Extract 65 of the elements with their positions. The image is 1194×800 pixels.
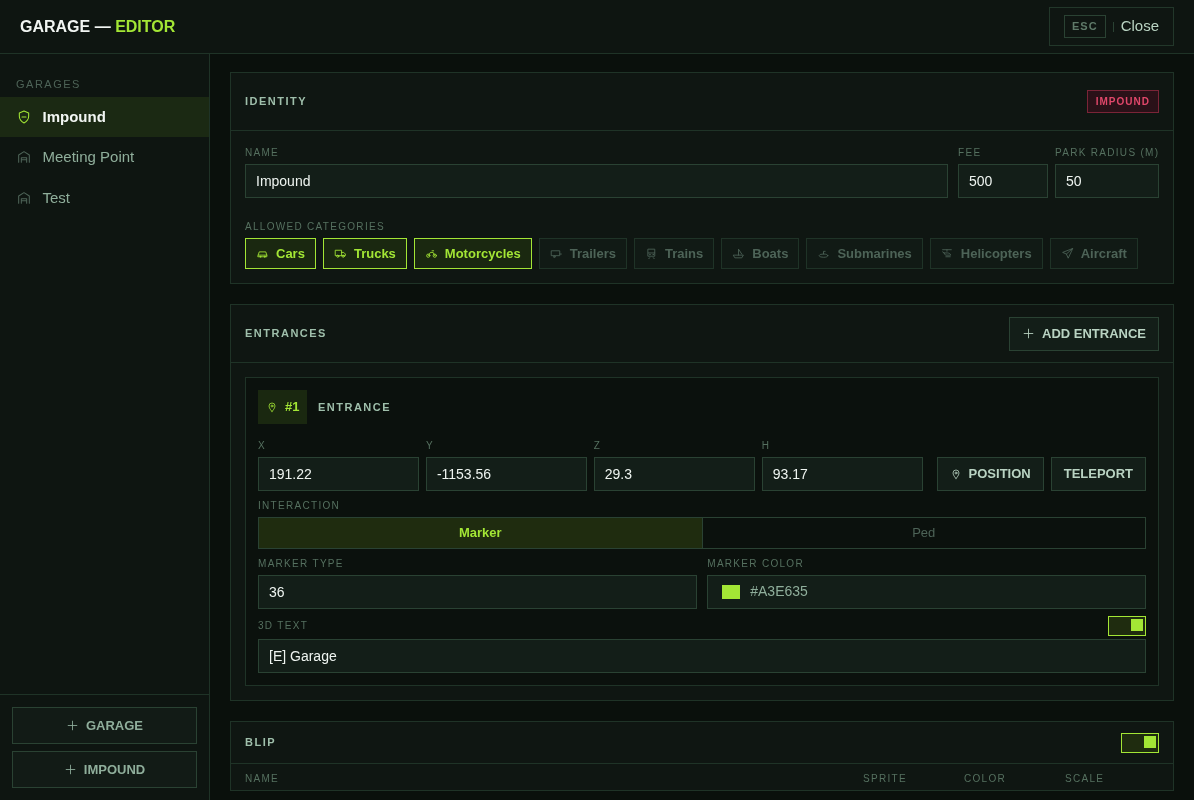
paper-plane-icon <box>1060 247 1074 260</box>
field-label: MARKER TYPE <box>258 556 345 571</box>
coordinate-field[interactable]: -1153.56 <box>425 456 587 491</box>
entrance-title: ENTRANCE <box>317 399 392 415</box>
window-title: GARAGE — EDITOR <box>20 16 176 37</box>
category-toggle[interactable]: Trucks <box>322 238 407 269</box>
coordinate-field[interactable]: 29.3 <box>593 456 755 491</box>
section-title: IDENTITY <box>245 94 308 110</box>
field-label: 3D TEXT <box>258 619 309 633</box>
field-label: Y <box>425 438 435 453</box>
field-label: Z <box>593 438 603 453</box>
garage-icon <box>16 149 32 166</box>
teleport-button[interactable]: TELEPORT <box>1050 456 1147 491</box>
motorcycle-icon <box>424 247 438 260</box>
text-field[interactable]: 500 <box>958 164 1048 198</box>
category-toggle[interactable]: Motorcycles <box>413 238 532 269</box>
plus-icon <box>63 763 77 776</box>
plus-icon <box>65 719 79 732</box>
section-heading: GARAGES <box>15 77 82 92</box>
trailer-icon <box>549 247 563 260</box>
text-field[interactable]: Impound <box>245 164 948 198</box>
key-hint: ESC <box>1064 15 1106 38</box>
add-button[interactable]: GARAGE <box>12 707 197 744</box>
add-entrance-button[interactable]: ADD ENTRANCE <box>1009 316 1159 351</box>
status-badge: IMPOUND <box>1086 90 1159 113</box>
sidebar-item[interactable]: Meeting Point <box>0 137 209 178</box>
category-toggle[interactable]: Cars <box>245 238 316 269</box>
field-label: PARK RADIUS (M) <box>1055 146 1159 160</box>
close-button[interactable]: ESC Close <box>1049 7 1174 46</box>
segment-option[interactable]: Marker <box>259 517 702 548</box>
column-label: COLOR <box>964 772 1008 786</box>
column-label: SPRITE <box>863 772 908 786</box>
field-label: H <box>761 438 772 453</box>
field-label: INTERACTION <box>258 498 342 513</box>
text-field[interactable]: [E] Garage <box>258 639 1146 673</box>
sidebar-item[interactable]: Impound <box>0 96 209 137</box>
train-icon <box>645 247 658 260</box>
section-title: ENTRANCES <box>245 326 327 342</box>
color-field[interactable]: #A3E635 <box>707 574 1146 609</box>
number-tag: #1 <box>258 390 308 424</box>
map-pin-icon <box>266 400 278 413</box>
garage-icon <box>16 189 32 206</box>
section-title: BLIP <box>245 735 277 751</box>
field-label: MARKER COLOR <box>707 556 805 571</box>
field-label: X <box>258 438 267 453</box>
toggle-switch[interactable] <box>1108 615 1146 636</box>
shield-icon <box>16 108 32 125</box>
field-label: ALLOWED CATEGORIES <box>245 220 386 234</box>
plus-icon <box>1022 327 1035 340</box>
truck-icon <box>333 247 347 260</box>
add-button[interactable]: IMPOUND <box>12 751 197 788</box>
map-pin-icon <box>949 467 962 480</box>
coordinate-field[interactable]: 93.17 <box>761 456 923 491</box>
column-label: NAME <box>245 772 281 786</box>
text-field[interactable]: 36 <box>258 574 697 609</box>
text-field[interactable]: 50 <box>1055 164 1159 198</box>
field-label: FEE <box>958 146 983 160</box>
boat-icon <box>732 247 746 260</box>
column-label: SCALE <box>1065 772 1106 786</box>
toggle-switch[interactable] <box>1121 732 1159 753</box>
coordinate-field[interactable]: 191.22 <box>258 456 419 491</box>
field-label: NAME <box>245 146 281 160</box>
position-button[interactable]: POSITION <box>936 456 1044 491</box>
helicopter-icon <box>940 247 954 260</box>
sidebar-item[interactable]: Test <box>0 177 209 218</box>
